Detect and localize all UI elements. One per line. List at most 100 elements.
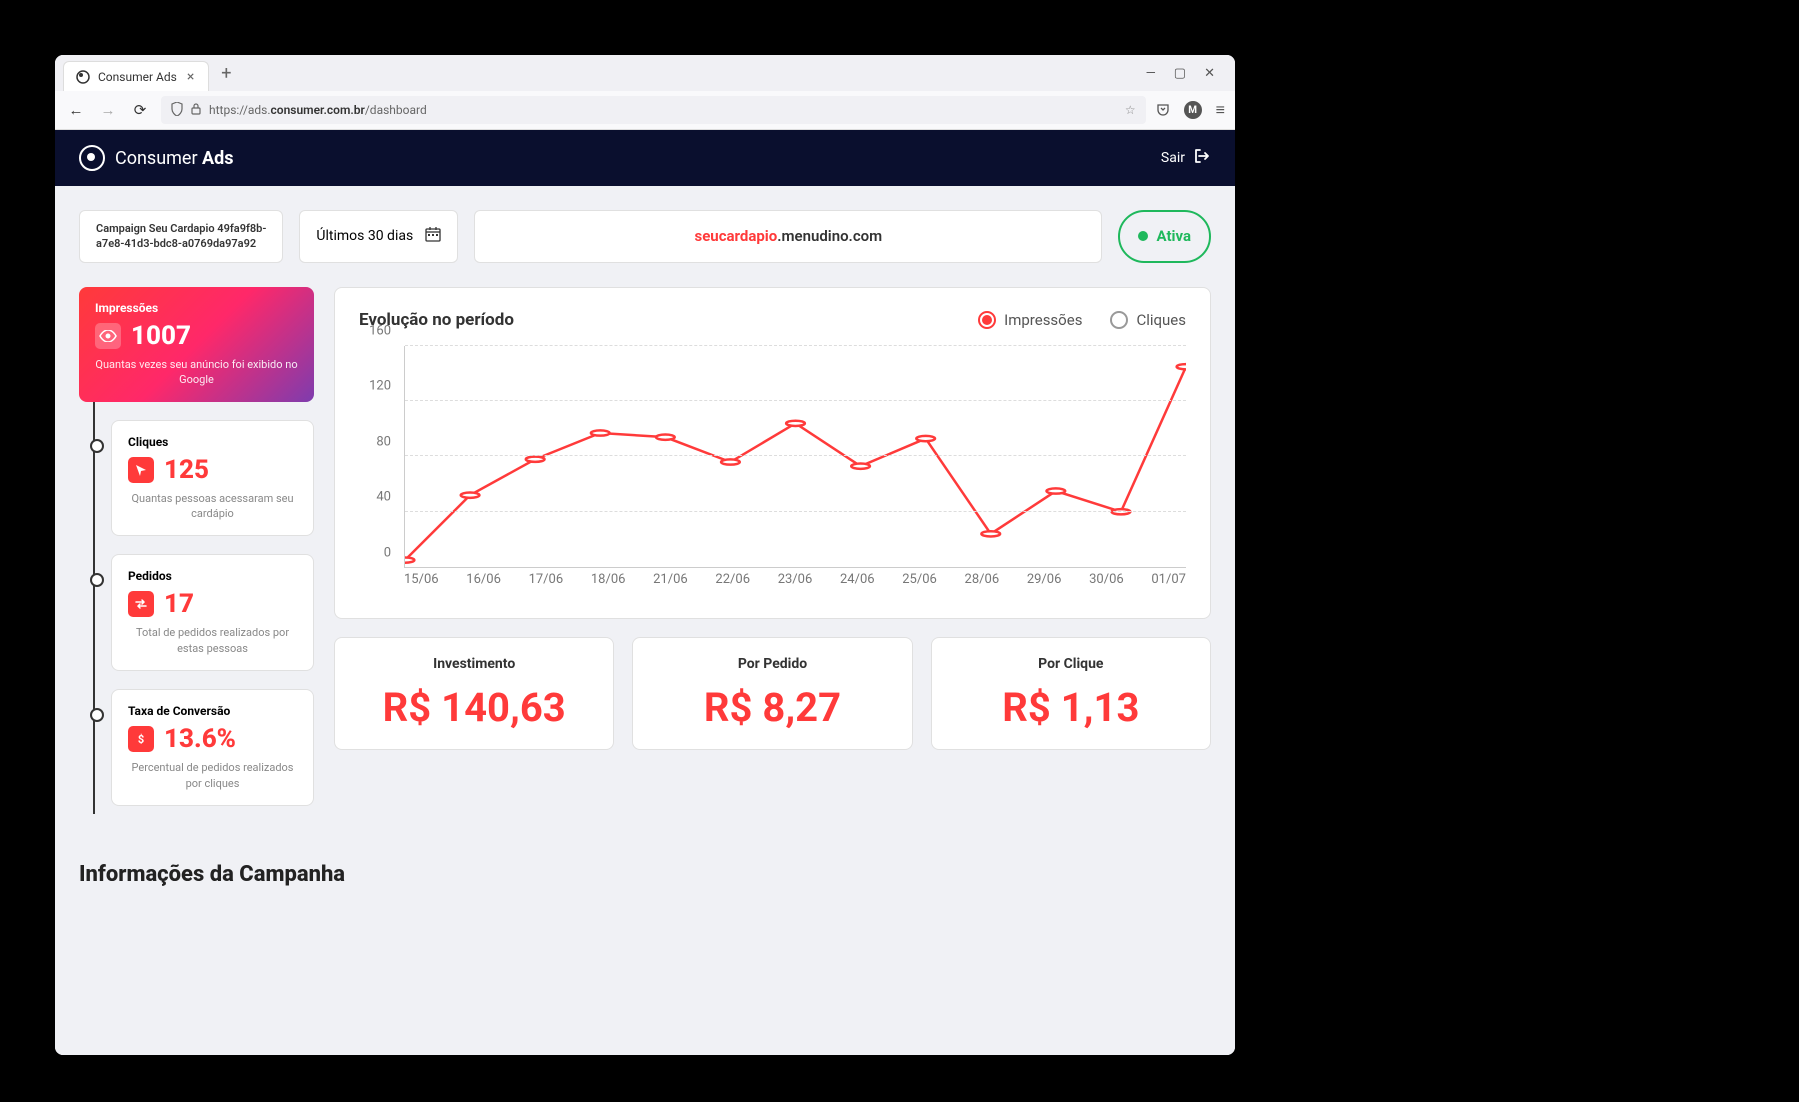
x-tick: 18/06 bbox=[591, 572, 626, 596]
exchange-icon bbox=[128, 591, 154, 617]
nav-bar: ← → ⟳ https://ads.consumer.com.br/dashbo… bbox=[55, 91, 1235, 129]
status-dot-icon bbox=[1138, 231, 1148, 241]
info-value: R$ 8,27 bbox=[651, 684, 893, 731]
nav-reload-icon[interactable]: ⟳ bbox=[129, 101, 151, 119]
x-tick: 17/06 bbox=[529, 572, 564, 596]
metrics-timeline-line bbox=[93, 397, 95, 814]
campaign-url-box[interactable]: seucardapio.menudino.com bbox=[474, 210, 1102, 263]
chart-card: Evolução no período Impressões Cliques bbox=[334, 287, 1211, 619]
chart-area: 04080120160 15/0616/0617/0618/0621/0622/… bbox=[359, 346, 1186, 596]
x-tick: 21/06 bbox=[653, 572, 688, 596]
chart-x-axis: 15/06 16/06 17/06 18/06 21/06 22/06 23/06 24/06… bbox=[404, 572, 1186, 596]
x-tick: 23/06 bbox=[778, 572, 813, 596]
info-value: R$ 1,13 bbox=[950, 684, 1192, 731]
metric-desc: Quantas pessoas acessaram seu cardápio bbox=[128, 491, 297, 522]
x-tick: 28/06 bbox=[965, 572, 1000, 596]
bookmark-star-icon[interactable]: ☆ bbox=[1125, 103, 1136, 117]
info-card-per-click: Por Clique R$ 1,13 bbox=[931, 637, 1211, 750]
metric-desc: Total de pedidos realizados por estas pe… bbox=[128, 625, 297, 656]
x-tick: 22/06 bbox=[715, 572, 750, 596]
metric-value: 13.6% bbox=[164, 724, 236, 754]
y-tick: 0 bbox=[384, 545, 391, 560]
status-pill: Ativa bbox=[1118, 210, 1211, 263]
app-logo[interactable]: Consumer Ads bbox=[79, 145, 234, 171]
url-bar[interactable]: https://ads.consumer.com.br/dashboard ☆ bbox=[161, 96, 1146, 124]
metric-value: 125 bbox=[164, 455, 209, 485]
metric-title: Cliques bbox=[128, 435, 297, 449]
x-tick: 24/06 bbox=[840, 572, 875, 596]
gridline bbox=[405, 400, 1186, 401]
x-tick: 29/06 bbox=[1027, 572, 1062, 596]
gridline bbox=[405, 455, 1186, 456]
lock-icon bbox=[191, 103, 201, 118]
info-label: Por Clique bbox=[950, 656, 1192, 672]
section-title-campaign-info: Informações da Campanha bbox=[79, 862, 1211, 887]
browser-tab[interactable]: Consumer Ads × bbox=[63, 61, 209, 91]
maximize-icon[interactable]: ▢ bbox=[1174, 66, 1186, 81]
x-tick: 30/06 bbox=[1089, 572, 1124, 596]
gridline bbox=[405, 345, 1186, 346]
metric-card-impressions[interactable]: Impressões 1007 Quantas vezes seu anúnci… bbox=[79, 287, 314, 402]
info-label: Por Pedido bbox=[651, 656, 893, 672]
logout-button[interactable]: Sair bbox=[1161, 147, 1211, 169]
window-controls: — ▢ ✕ bbox=[1146, 66, 1227, 81]
metric-title: Impressões bbox=[95, 301, 298, 315]
x-tick: 01/07 bbox=[1151, 572, 1186, 596]
y-tick: 160 bbox=[369, 323, 391, 338]
metric-desc: Quantas vezes seu anúncio foi exibido no… bbox=[95, 357, 298, 388]
metric-desc: Percentual de pedidos realizados por cli… bbox=[128, 760, 297, 791]
browser-window: Consumer Ads × + — ▢ ✕ ← → ⟳ https://ads bbox=[55, 55, 1235, 1055]
tab-favicon-icon bbox=[76, 70, 90, 84]
dashboard: Campaign Seu Cardapio 49fa9f8b- a7e8-41d… bbox=[55, 186, 1235, 1055]
campaign-name-box: Campaign Seu Cardapio 49fa9f8b- a7e8-41d… bbox=[79, 210, 283, 263]
tab-bar: Consumer Ads × + — ▢ ✕ bbox=[55, 55, 1235, 91]
campaign-line2: a7e8-41d3-bdc8-a0769da97a92 bbox=[96, 236, 256, 251]
metric-title: Taxa de Conversão bbox=[128, 704, 297, 718]
campaign-line1: Campaign Seu Cardapio 49fa9f8b- bbox=[96, 221, 266, 236]
chart-header: Evolução no período Impressões Cliques bbox=[359, 310, 1186, 330]
url-subdomain: seucardapio bbox=[694, 227, 777, 245]
tab-title: Consumer Ads bbox=[98, 70, 177, 84]
y-tick: 120 bbox=[369, 379, 391, 394]
dollar-icon: $ bbox=[128, 726, 154, 752]
x-tick: 25/06 bbox=[902, 572, 937, 596]
new-tab-button[interactable]: + bbox=[213, 59, 239, 88]
chart-y-axis: 04080120160 bbox=[359, 346, 399, 568]
account-icon[interactable]: M bbox=[1184, 101, 1202, 119]
brand-text: Consumer bbox=[115, 148, 198, 169]
period-selector[interactable]: Últimos 30 dias bbox=[299, 210, 458, 263]
nav-back-icon[interactable]: ← bbox=[65, 101, 87, 119]
status-label: Ativa bbox=[1156, 227, 1191, 245]
pocket-icon[interactable] bbox=[1156, 101, 1170, 120]
metric-card-conversion[interactable]: Taxa de Conversão $ 13.6% Percentual de … bbox=[111, 689, 314, 806]
metric-card-clicks[interactable]: Cliques 125 Quantas pessoas acessaram se… bbox=[111, 420, 314, 537]
toggle-label: Cliques bbox=[1136, 311, 1186, 329]
x-tick: 16/06 bbox=[466, 572, 501, 596]
app-header: Consumer Ads Sair bbox=[55, 130, 1235, 186]
info-value: R$ 140,63 bbox=[353, 684, 595, 731]
url-text: https://ads.consumer.com.br/dashboard bbox=[209, 103, 1117, 117]
y-tick: 80 bbox=[376, 434, 391, 449]
radio-checked-icon bbox=[978, 311, 996, 329]
close-window-icon[interactable]: ✕ bbox=[1204, 66, 1215, 81]
toggle-impressions[interactable]: Impressões bbox=[978, 311, 1082, 329]
x-tick: 15/06 bbox=[404, 572, 439, 596]
chart-plot-area bbox=[404, 346, 1186, 568]
brand-bold-text: Ads bbox=[202, 148, 233, 169]
logo-icon bbox=[79, 145, 105, 171]
toggle-clicks[interactable]: Cliques bbox=[1110, 311, 1186, 329]
metric-value: 1007 bbox=[131, 321, 191, 351]
minimize-icon[interactable]: — bbox=[1146, 66, 1156, 81]
shield-icon bbox=[171, 102, 183, 119]
period-label: Últimos 30 dias bbox=[316, 228, 413, 244]
nav-forward-icon[interactable]: → bbox=[97, 101, 119, 119]
toggle-label: Impressões bbox=[1004, 311, 1082, 329]
metric-card-orders[interactable]: Pedidos 17 Total de pedidos realizados p… bbox=[111, 554, 314, 671]
y-tick: 40 bbox=[376, 490, 391, 505]
tab-close-icon[interactable]: × bbox=[185, 69, 196, 85]
menu-icon[interactable]: ≡ bbox=[1216, 100, 1225, 120]
logout-label: Sair bbox=[1161, 150, 1185, 166]
logout-icon bbox=[1193, 147, 1211, 169]
info-card-per-order: Por Pedido R$ 8,27 bbox=[632, 637, 912, 750]
main-grid: Impressões 1007 Quantas vezes seu anúnci… bbox=[79, 287, 1211, 824]
